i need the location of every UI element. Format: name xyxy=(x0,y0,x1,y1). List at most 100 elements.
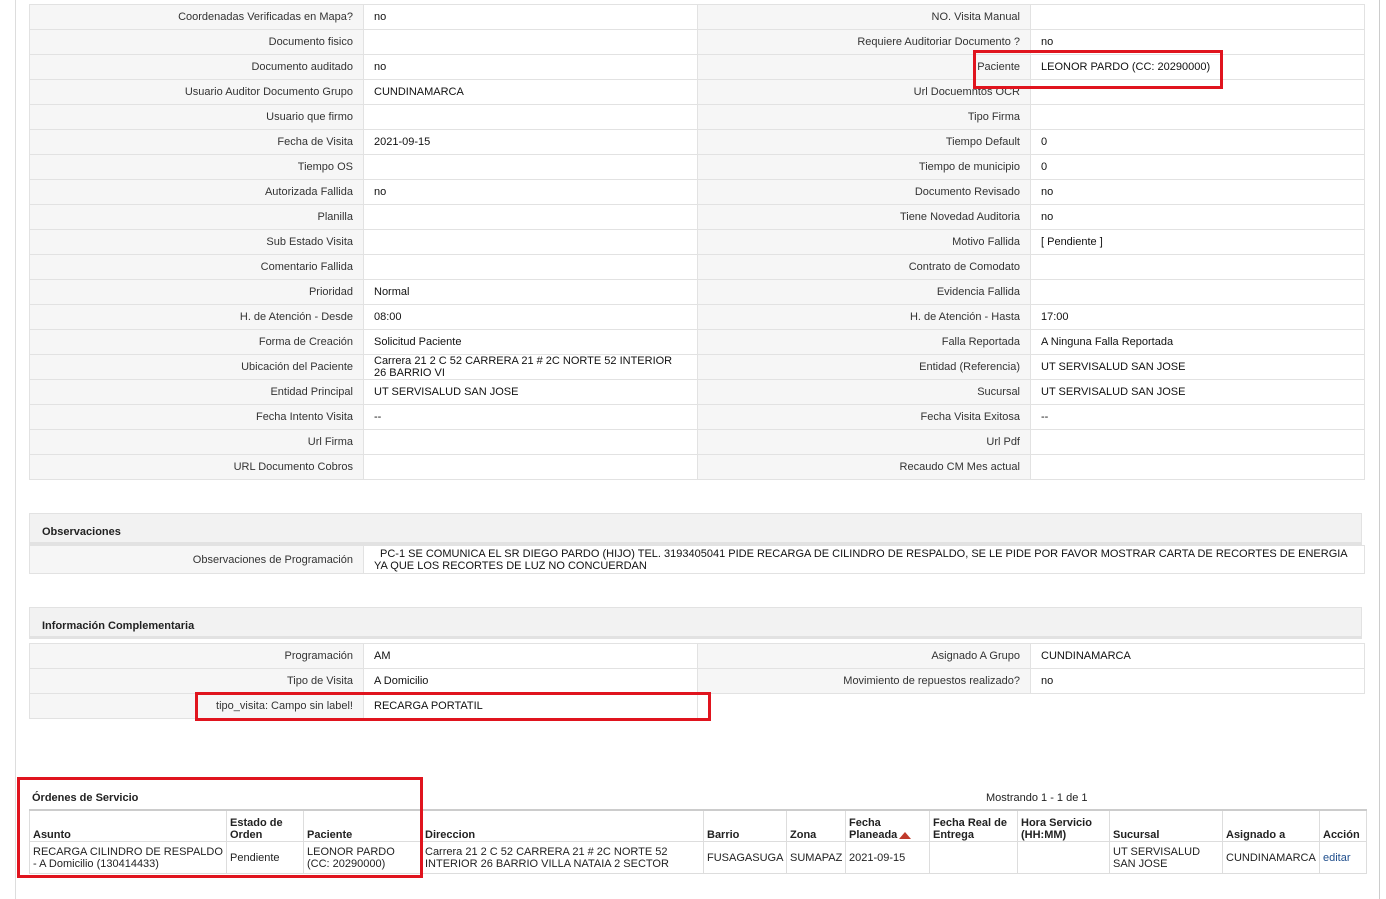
detail-row: Tipo de Visita A Domicilio Movimiento de r… xyxy=(29,668,1365,694)
detail-row: Ubicación del Paciente Carrera 21 2 C 52 … xyxy=(29,354,1365,380)
field-value: UT SERVISALUD SAN JOSE xyxy=(363,379,698,405)
col-barrio[interactable]: Barrio xyxy=(703,809,787,842)
observaciones-title: Observaciones xyxy=(42,526,121,538)
field-value: no xyxy=(363,4,698,30)
detail-row: Planilla Tiene Novedad Auditoria no xyxy=(29,204,1365,230)
col-accion: Acción xyxy=(1319,809,1367,842)
col-zona[interactable]: Zona xyxy=(786,809,846,842)
field-value: CUNDINAMARCA xyxy=(1030,643,1365,669)
field-value: A Ninguna Falla Reportada xyxy=(1030,329,1365,355)
field-value: UT SERVISALUD SAN JOSE xyxy=(1030,354,1365,380)
field-label: Evidencia Fallida xyxy=(697,279,1031,305)
detail-row: Prioridad Normal Evidencia Fallida xyxy=(29,279,1365,305)
detail-row: Usuario que firmo Tipo Firma xyxy=(29,104,1365,130)
field-value: AM xyxy=(363,643,698,669)
field-value xyxy=(363,29,698,55)
field-label: Sucursal xyxy=(697,379,1031,405)
field-value: [ Pendiente ] xyxy=(1030,229,1365,255)
cell-zona: SUMAPAZ xyxy=(786,841,846,874)
field-value: UT SERVISALUD SAN JOSE xyxy=(1030,379,1365,405)
field-value xyxy=(1030,254,1365,280)
field-label: URL Documento Cobros xyxy=(29,454,364,480)
detail-row: Fecha de Visita 2021-09-15 Tiempo Default 0 xyxy=(29,129,1365,155)
field-label: Entidad Principal xyxy=(29,379,364,405)
field-value: -- xyxy=(1030,404,1365,430)
field-value xyxy=(1030,429,1365,455)
col-direccion[interactable]: Direccion xyxy=(421,809,704,842)
cell-asignado: CUNDINAMARCA xyxy=(1222,841,1320,874)
field-label: Movimiento de repuestos realizado? xyxy=(697,668,1031,694)
detail-row: Forma de Creación Solicitud Paciente Falla… xyxy=(29,329,1365,355)
field-value xyxy=(1030,4,1365,30)
detail-row: Sub Estado Visita Motivo Fallida[ Pendien… xyxy=(29,229,1365,255)
field-label: Recaudo CM Mes actual xyxy=(697,454,1031,480)
cell-hora xyxy=(1017,841,1110,874)
field-label: H. de Atención - Desde xyxy=(29,304,364,330)
observaciones-row: Observaciones de Programación PC-1 SE CO… xyxy=(29,545,1365,574)
edit-link[interactable]: editar xyxy=(1323,852,1351,864)
field-value xyxy=(363,104,698,130)
field-label: Tiempo OS xyxy=(29,154,364,180)
field-value: no xyxy=(363,179,698,205)
field-value xyxy=(1030,454,1365,480)
field-value xyxy=(1030,279,1365,305)
field-value: CUNDINAMARCA xyxy=(363,79,698,105)
field-label: Tipo de Visita xyxy=(29,668,364,694)
detail-row: Autorizada Fallida no Documento Revisado no xyxy=(29,179,1365,205)
cell-fecha-real xyxy=(929,841,1018,874)
field-value xyxy=(363,254,698,280)
field-label: Comentario Fallida xyxy=(29,254,364,280)
observaciones-table: Observaciones de Programación PC-1 SE CO… xyxy=(29,545,1365,574)
sort-ascending-icon[interactable] xyxy=(899,831,912,839)
field-label: Tiempo Default xyxy=(697,129,1031,155)
field-value: 08:00 xyxy=(363,304,698,330)
detail-row: Tiempo OS Tiempo de municipio 0 xyxy=(29,154,1365,180)
observaciones-label: Observaciones de Programación xyxy=(29,545,364,574)
field-value xyxy=(1030,104,1365,130)
cell-accion: editar xyxy=(1319,841,1367,874)
field-label: Documento Revisado xyxy=(697,179,1031,205)
detail-row: Comentario Fallida Contrato de Comodato xyxy=(29,254,1365,280)
detail-row: Fecha Intento Visita -- Fecha Visita Exito… xyxy=(29,404,1365,430)
field-label: Tipo Firma xyxy=(697,104,1031,130)
field-label: Url Pdf xyxy=(697,429,1031,455)
field-label: Autorizada Fallida xyxy=(29,179,364,205)
field-label: Fecha Intento Visita xyxy=(29,404,364,430)
complementaria-header: Información Complementaria xyxy=(29,607,1362,639)
highlight-paciente xyxy=(973,50,1223,89)
detail-row: Coordenadas Verificadas en Mapa? no NO. Vi… xyxy=(29,4,1365,30)
field-value: 0 xyxy=(1030,129,1365,155)
field-value xyxy=(363,229,698,255)
cell-direccion: Carrera 21 2 C 52 CARRERA 21 # 2C NORTE … xyxy=(421,841,704,874)
scrollbar[interactable] xyxy=(1379,0,1380,899)
col-sucursal[interactable]: Sucursal xyxy=(1109,809,1223,842)
field-label: Falla Reportada xyxy=(697,329,1031,355)
detail-row: Entidad Principal UT SERVISALUD SAN JOSE S… xyxy=(29,379,1365,405)
field-label: Documento fisico xyxy=(29,29,364,55)
field-value: no xyxy=(1030,204,1365,230)
col-asignado[interactable]: Asignado a xyxy=(1222,809,1320,842)
field-value: Normal xyxy=(363,279,698,305)
field-label: Url Firma xyxy=(29,429,364,455)
field-value xyxy=(363,154,698,180)
col-hora[interactable]: Hora Servicio (HH:MM) xyxy=(1017,809,1110,842)
field-label: Entidad (Referencia) xyxy=(697,354,1031,380)
field-value: no xyxy=(363,54,698,80)
field-label: Fecha Visita Exitosa xyxy=(697,404,1031,430)
field-value: no xyxy=(1030,179,1365,205)
detail-row: H. de Atención - Desde 08:00 H. de Atenció… xyxy=(29,304,1365,330)
field-label: Planilla xyxy=(29,204,364,230)
field-label: H. de Atención - Hasta xyxy=(697,304,1031,330)
field-value: 0 xyxy=(1030,154,1365,180)
complementaria-title: Información Complementaria xyxy=(42,620,195,632)
cell-barrio: FUSAGASUGA xyxy=(703,841,787,874)
col-fecha-real[interactable]: Fecha Real de Entrega xyxy=(929,809,1018,842)
field-label: Usuario que firmo xyxy=(29,104,364,130)
field-label: Motivo Fallida xyxy=(697,229,1031,255)
pagination-summary: Mostrando 1 - 1 de 1 xyxy=(986,792,1088,804)
field-value xyxy=(363,454,698,480)
col-fecha-planeada-label: Fecha Planeada xyxy=(849,817,898,841)
col-fecha-planeada[interactable]: Fecha Planeada xyxy=(845,809,930,842)
empty-cell xyxy=(697,693,1365,719)
field-value: no xyxy=(1030,668,1365,694)
